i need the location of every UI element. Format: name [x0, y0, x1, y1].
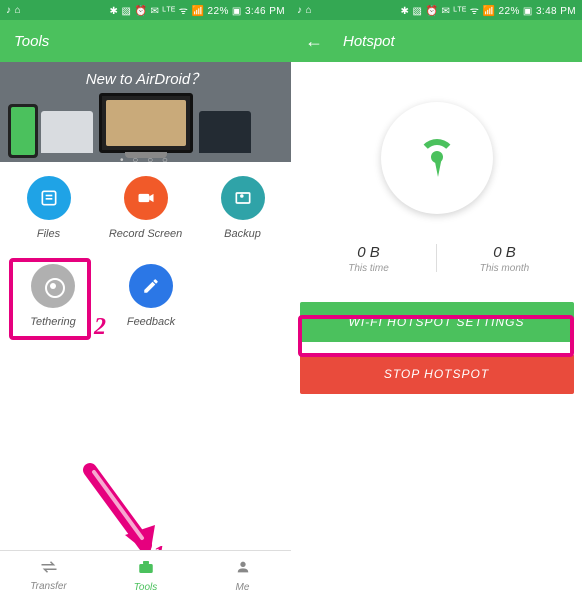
tool-feedback[interactable]: Feedback	[106, 264, 196, 328]
status-right-icons: ✱ ▧ ⏰ ✉ ᴸᵀᴱ ᯤ 📶 22% ▣ 3:48 PM	[401, 3, 577, 17]
stat-value: 0 B	[437, 244, 572, 261]
stats-row: 0 B This time 0 B This month	[301, 244, 572, 274]
status-bar: ♪ ⌂ ✱ ▧ ⏰ ✉ ᴸᵀᴱ ᯤ 📶 22% ▣ 3:48 PM	[291, 0, 582, 20]
banner-devices	[41, 93, 251, 153]
back-button[interactable]: ←	[305, 31, 323, 52]
app-bar: Tools	[0, 20, 291, 62]
bottom-nav: Transfer Tools Me	[0, 550, 291, 600]
tool-files[interactable]: Files	[4, 176, 94, 240]
status-left-icons: ♪ ⌂	[297, 5, 312, 16]
stat-label: This month	[437, 263, 572, 274]
screen-hotspot: ♪ ⌂ ✱ ▧ ⏰ ✉ ᴸᵀᴱ ᯤ 📶 22% ▣ 3:48 PM ← Hots…	[291, 0, 582, 600]
stat-label: This time	[301, 263, 436, 274]
hotspot-icon	[418, 139, 456, 177]
app-bar: ← Hotspot	[291, 20, 582, 62]
tool-label: Files	[37, 228, 60, 240]
nav-transfer[interactable]: Transfer	[0, 551, 97, 600]
banner-title: New to AirDroid？	[86, 68, 205, 89]
wifi-hotspot-settings-button[interactable]: WI-FI HOTSPOT SETTINGS	[300, 302, 574, 342]
tools-grid: Files Record Screen Backup	[0, 162, 291, 328]
stop-hotspot-button[interactable]: STOP HOTSPOT	[300, 354, 574, 394]
status-left-icons: ♪ ⌂	[6, 5, 21, 16]
nav-me[interactable]: Me	[194, 551, 291, 600]
phone-mockup	[8, 104, 38, 158]
stat-this-time: 0 B This time	[301, 244, 436, 274]
feedback-icon	[129, 264, 173, 308]
hotspot-status-circle	[381, 102, 493, 214]
tool-backup[interactable]: Backup	[198, 176, 288, 240]
nav-label: Tools	[134, 582, 158, 593]
app-bar-title: Hotspot	[343, 33, 395, 50]
tool-label: Feedback	[127, 316, 175, 328]
tool-label: Tethering	[30, 316, 75, 328]
me-icon	[235, 559, 251, 580]
files-icon	[27, 176, 71, 220]
tool-label: Record Screen	[109, 228, 182, 240]
stat-value: 0 B	[301, 244, 436, 261]
nav-label: Me	[236, 582, 250, 593]
transfer-icon	[40, 560, 58, 579]
promo-banner[interactable]: New to AirDroid？ • ○ ○ ○	[0, 62, 291, 162]
tool-tethering[interactable]: Tethering	[8, 264, 98, 328]
status-right-icons: ✱ ▧ ⏰ ✉ ᴸᵀᴱ ᯤ 📶 22% ▣ 3:46 PM	[110, 3, 286, 17]
nav-tools[interactable]: Tools	[97, 551, 194, 600]
record-icon	[124, 176, 168, 220]
tools-icon	[137, 559, 155, 580]
stat-this-month: 0 B This month	[437, 244, 572, 274]
app-bar-title: Tools	[14, 33, 49, 50]
tethering-icon	[31, 264, 75, 308]
tool-record-screen[interactable]: Record Screen	[101, 176, 191, 240]
screen-tools: ♪ ⌂ ✱ ▧ ⏰ ✉ ᴸᵀᴱ ᯤ 📶 22% ▣ 3:46 PM Tools …	[0, 0, 291, 600]
status-bar: ♪ ⌂ ✱ ▧ ⏰ ✉ ᴸᵀᴱ ᯤ 📶 22% ▣ 3:46 PM	[0, 0, 291, 20]
nav-label: Transfer	[30, 581, 67, 592]
backup-icon	[221, 176, 265, 220]
tool-label: Backup	[224, 228, 261, 240]
